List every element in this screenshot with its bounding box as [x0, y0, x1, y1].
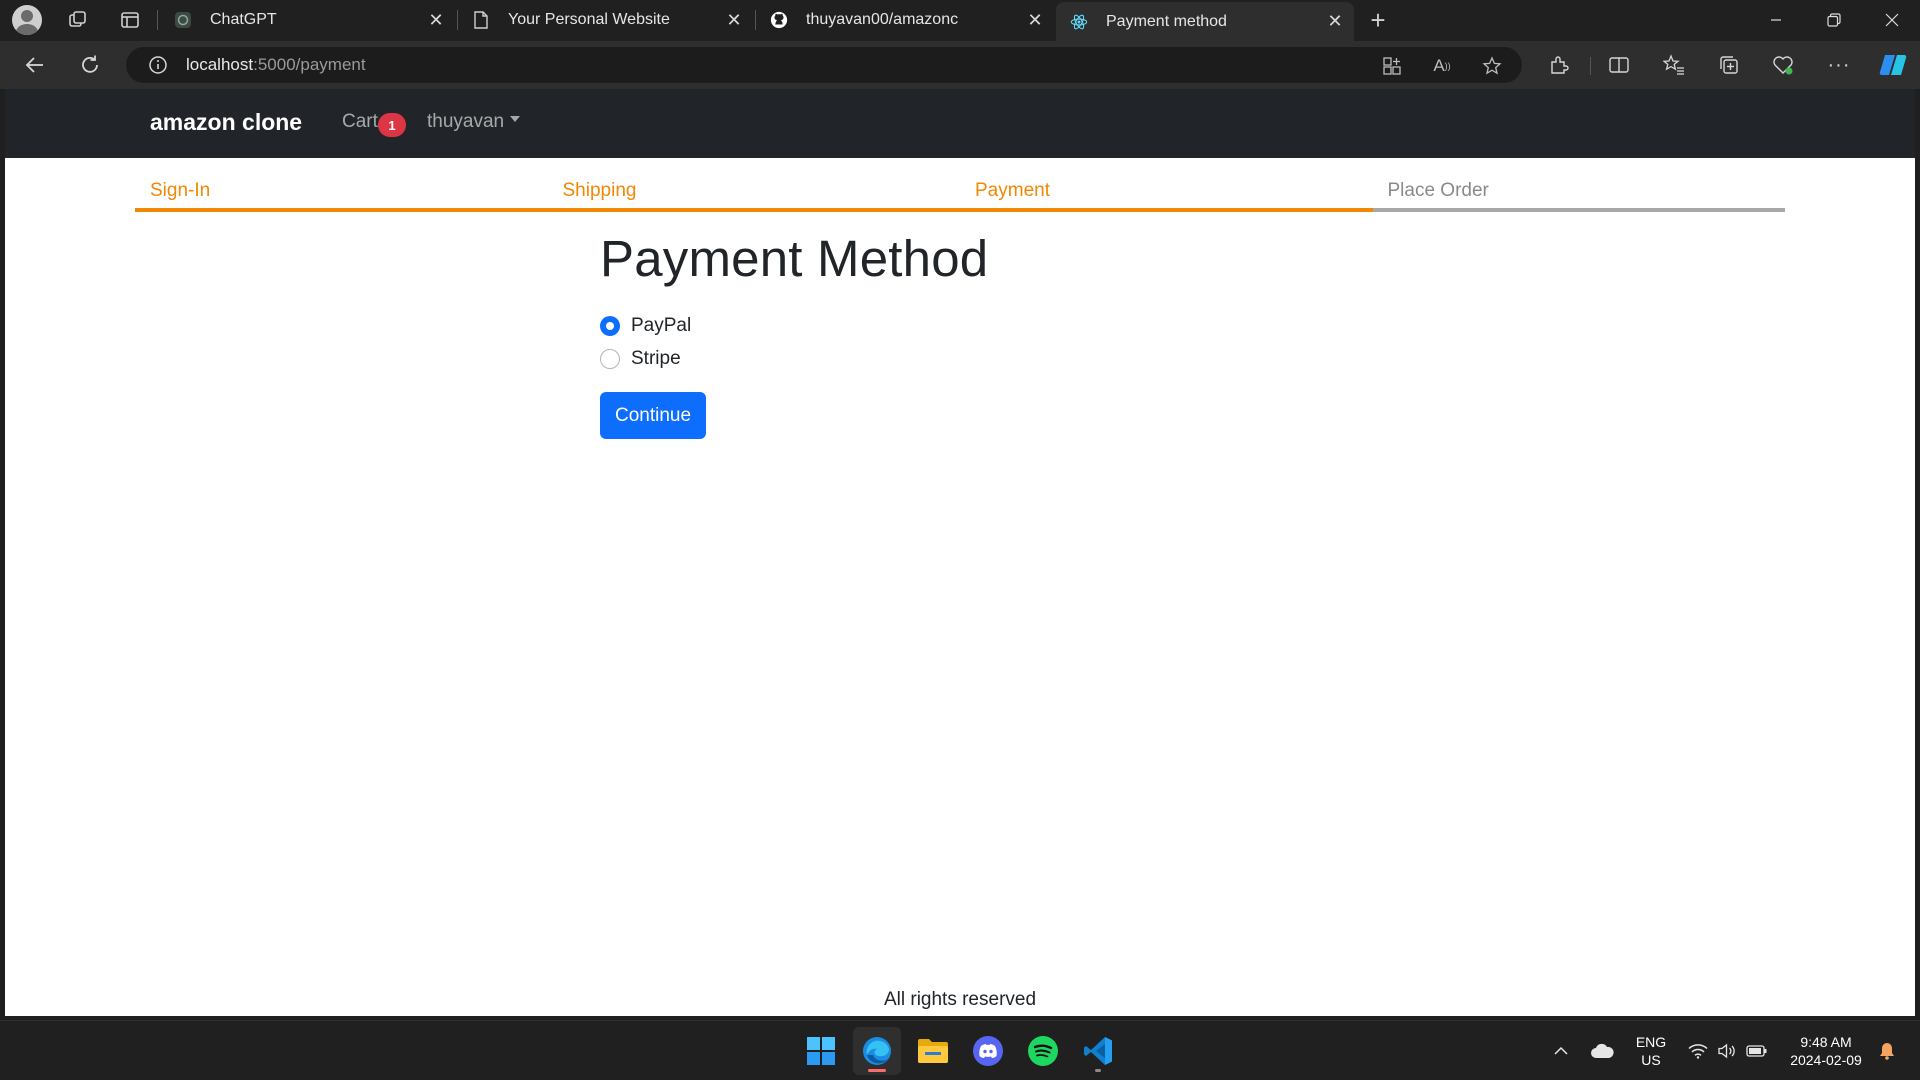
browser-tab-strip: ChatGPT ✕ Your Personal Website ✕ thuyav… [0, 0, 1920, 41]
brand-logo[interactable]: amazon clone [150, 109, 302, 136]
close-tab-icon[interactable]: ✕ [1322, 9, 1348, 35]
wifi-icon[interactable] [1684, 1021, 1712, 1080]
notification-bell-icon[interactable] [1874, 1021, 1900, 1080]
close-tab-icon[interactable]: ✕ [1022, 7, 1048, 33]
react-icon [1070, 13, 1088, 31]
close-tab-icon[interactable]: ✕ [423, 7, 449, 33]
vscode-icon[interactable] [1074, 1027, 1122, 1075]
close-tab-icon[interactable]: ✕ [721, 7, 747, 33]
radio-label[interactable]: PayPal [631, 315, 691, 337]
tab-title: thuyavan00/amazonc [806, 11, 959, 28]
tab-title: Your Personal Website [508, 11, 670, 28]
step-sign-in: Sign-In [135, 180, 548, 212]
refresh-icon[interactable] [73, 49, 107, 81]
split-screen-icon[interactable] [1602, 49, 1636, 81]
browser-essentials-icon[interactable] [1766, 49, 1800, 81]
edge-icon[interactable] [853, 1027, 901, 1075]
step-shipping: Shipping [547, 180, 960, 212]
copilot-icon[interactable] [1876, 49, 1910, 81]
restore-icon[interactable] [1806, 0, 1862, 40]
battery-icon[interactable] [1742, 1021, 1772, 1080]
clock[interactable]: 9:48 AM 2024-02-09 [1782, 1021, 1870, 1080]
tab-title: ChatGPT [210, 11, 277, 28]
browser-toolbar: localhost:5000/payment A)) ··· [0, 41, 1920, 89]
profile-avatar-icon[interactable] [12, 5, 42, 35]
collections-icon[interactable] [1712, 49, 1746, 81]
show-hidden-icons-icon[interactable] [1546, 1021, 1576, 1080]
clock-time: 9:48 AM [1800, 1034, 1852, 1050]
tab-chatgpt[interactable]: ChatGPT ✕ [160, 2, 455, 38]
url-path: :5000/payment [253, 55, 366, 74]
workspaces-icon[interactable] [62, 5, 94, 35]
tab-personal-website[interactable]: Your Personal Website ✕ [458, 2, 753, 38]
app-available-icon[interactable] [1380, 55, 1404, 77]
github-icon [770, 11, 788, 29]
step-place-order: Place Order [1372, 180, 1785, 212]
tab-title: Payment method [1106, 12, 1227, 30]
radio-label[interactable]: Stripe [631, 348, 681, 370]
chevron-down-icon [510, 115, 521, 122]
site-info-icon[interactable] [148, 55, 168, 80]
favorites-icon[interactable] [1657, 49, 1691, 81]
user-dropdown[interactable]: thuyavan [427, 111, 521, 133]
page-title: Payment Method [600, 230, 989, 287]
region-code: US [1641, 1052, 1661, 1068]
discord-icon[interactable] [964, 1027, 1012, 1075]
read-aloud-icon[interactable]: A)) [1430, 55, 1454, 77]
site-navbar: amazon clone Cart 1 thuyavan [5, 89, 1915, 158]
clock-date: 2024-02-09 [1790, 1052, 1862, 1068]
volume-icon[interactable] [1713, 1021, 1741, 1080]
cart-link[interactable]: Cart [342, 111, 378, 133]
new-tab-icon[interactable]: + [1362, 5, 1394, 35]
back-icon[interactable] [18, 49, 52, 81]
page-viewport: amazon clone Cart 1 thuyavan Sign-In Shi… [5, 89, 1915, 1016]
radio-button[interactable] [600, 348, 620, 369]
continue-button[interactable]: Continue [600, 392, 707, 439]
url-text: localhost:5000/payment [186, 55, 366, 75]
page-footer: All rights reserved [883, 989, 1037, 1010]
payment-option-paypal[interactable]: PayPal [600, 309, 1100, 342]
language-indicator[interactable]: ENG US [1628, 1021, 1674, 1080]
document-icon [472, 11, 490, 29]
more-options-icon[interactable]: ··· [1822, 49, 1856, 81]
payment-option-stripe[interactable]: Stripe [600, 342, 1100, 375]
onedrive-cloud-icon[interactable] [1586, 1021, 1618, 1080]
tab-payment-method[interactable]: Payment method ✕ [1056, 2, 1354, 41]
payment-form: Payment Method PayPal Stripe Continue [600, 229, 1100, 439]
radio-button[interactable] [600, 315, 620, 336]
chatgpt-icon [174, 11, 192, 29]
tab-actions-icon[interactable] [114, 5, 146, 35]
tab-github[interactable]: thuyavan00/amazonc ✕ [756, 2, 1054, 38]
minimize-icon[interactable] [1748, 0, 1804, 40]
user-name: thuyavan [427, 111, 505, 132]
language-code: ENG [1635, 1034, 1667, 1050]
favorite-star-icon[interactable] [1480, 55, 1504, 77]
address-bar[interactable]: localhost:5000/payment A)) [126, 47, 1522, 83]
windows-taskbar: ENG US 9:48 AM 2024-02-09 [0, 1020, 1920, 1080]
close-window-icon[interactable] [1864, 0, 1920, 40]
step-payment: Payment [960, 180, 1373, 212]
spotify-icon[interactable] [1019, 1027, 1067, 1075]
file-explorer-icon[interactable] [909, 1027, 957, 1075]
cart-count-badge: 1 [378, 113, 406, 137]
extensions-icon[interactable] [1542, 49, 1576, 81]
windows-start-icon[interactable] [797, 1027, 845, 1075]
url-host: localhost [186, 55, 254, 74]
checkout-steps: Sign-In Shipping Payment Place Order [135, 180, 1785, 212]
